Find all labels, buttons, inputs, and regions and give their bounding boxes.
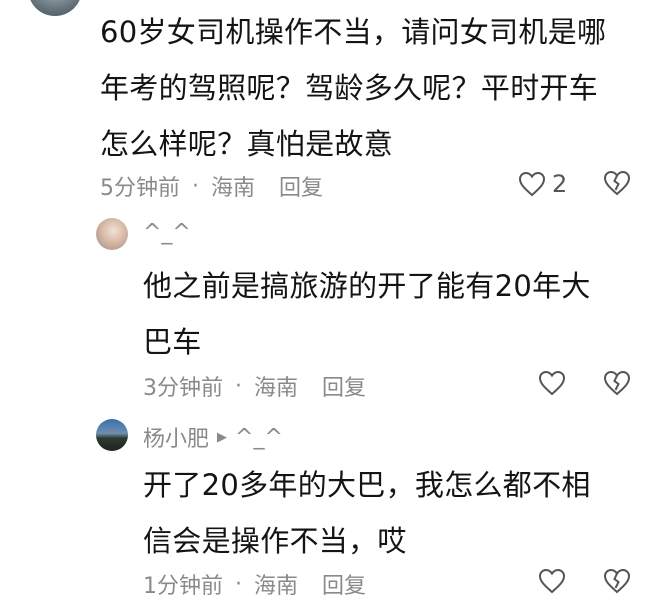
reply-text-line: 开了20多年的大巴，我怎么都不相 xyxy=(143,468,591,502)
reply: 开了20多年的大巴，我怎么都不相 信会是操作不当，哎 xyxy=(143,457,643,569)
comment: 60岁女司机操作不当，请问女司机是哪 年考的驾照呢？驾龄多久呢？平时开车 怎么样… xyxy=(100,4,645,172)
location: 海南 xyxy=(254,574,299,599)
comment-text-line: 年考的驾照呢？驾龄多久呢？平时开车 xyxy=(100,71,599,105)
triangle-right-icon: ▶ xyxy=(217,429,228,445)
heart-outline-icon xyxy=(538,568,566,594)
reply-button[interactable]: 回复 xyxy=(279,170,323,202)
username[interactable]: ^_^ xyxy=(143,220,191,245)
reply-to-username[interactable]: ^_^ xyxy=(235,425,283,450)
reply-meta: 1分钟前 · 海南 回复 xyxy=(143,568,366,600)
reply-text-line: 信会是操作不当，哎 xyxy=(143,524,407,558)
avatar[interactable] xyxy=(96,218,128,250)
separator: · xyxy=(235,373,242,399)
comment-text-line: 怎么样呢？真怕是故意 xyxy=(100,127,394,161)
comment-text-line: 60岁女司机操作不当，请问女司机是哪 xyxy=(100,15,607,49)
timestamp: 1分钟前 xyxy=(143,574,223,599)
reply-meta: 3分钟前 · 海南 回复 xyxy=(143,370,366,402)
timestamp: 5分钟前 xyxy=(100,176,180,201)
broken-heart-icon xyxy=(603,370,631,396)
separator: · xyxy=(235,571,242,597)
location: 海南 xyxy=(254,376,299,401)
reply: 他之前是搞旅游的开了能有20年大 巴车 xyxy=(143,258,643,370)
location: 海南 xyxy=(211,176,256,201)
timestamp: 3分钟前 xyxy=(143,376,223,401)
dislike-button[interactable] xyxy=(603,568,631,594)
like-button[interactable]: 2 xyxy=(518,170,567,198)
dislike-button[interactable] xyxy=(603,370,631,396)
username[interactable]: 杨小肥 xyxy=(143,421,209,453)
heart-outline-icon xyxy=(538,370,566,396)
avatar[interactable] xyxy=(96,419,128,451)
like-count: 2 xyxy=(552,170,568,198)
reply-text-line: 巴车 xyxy=(143,325,202,359)
reply-username[interactable]: ^_^ xyxy=(143,220,191,245)
reply-text-line: 他之前是搞旅游的开了能有20年大 xyxy=(143,269,591,303)
reply-button[interactable]: 回复 xyxy=(322,568,366,600)
like-button[interactable] xyxy=(538,370,566,396)
dislike-button[interactable] xyxy=(603,170,631,196)
separator: · xyxy=(192,173,199,199)
broken-heart-icon xyxy=(603,170,631,196)
comment-meta: 5分钟前 · 海南 回复 xyxy=(100,170,323,202)
broken-heart-icon xyxy=(603,568,631,594)
avatar[interactable] xyxy=(28,0,82,16)
reply-button[interactable]: 回复 xyxy=(322,370,366,402)
reply-username: 杨小肥 ▶ ^_^ xyxy=(143,421,283,453)
heart-outline-icon xyxy=(518,171,546,197)
like-button[interactable] xyxy=(538,568,566,594)
